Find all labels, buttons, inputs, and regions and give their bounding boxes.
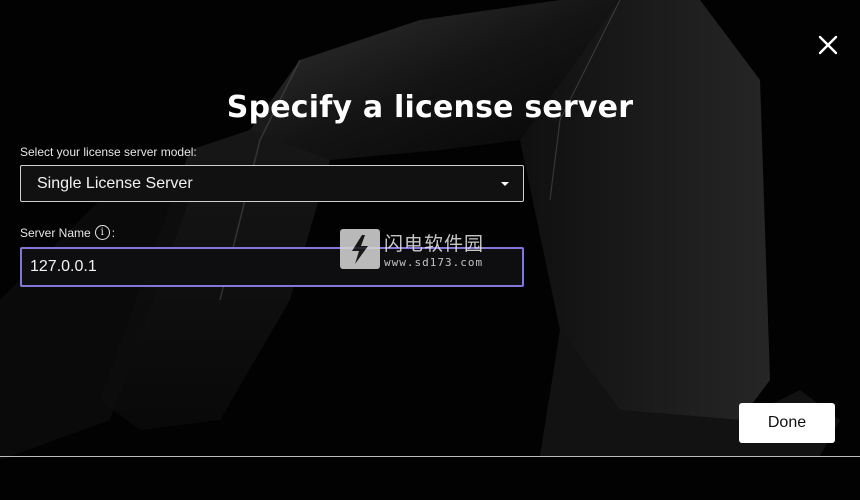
license-model-label: Select your license server model: bbox=[20, 145, 197, 159]
server-name-label: Server Name bbox=[20, 225, 91, 240]
server-name-input[interactable] bbox=[20, 247, 524, 287]
chevron-down-icon bbox=[501, 182, 509, 186]
server-name-label-row: Server Name i : bbox=[20, 225, 115, 240]
dialog-title: Specify a license server bbox=[226, 90, 634, 125]
done-button[interactable]: Done bbox=[739, 403, 835, 443]
footer-divider bbox=[0, 456, 860, 457]
license-model-selected-value: Single License Server bbox=[37, 174, 193, 192]
close-icon[interactable] bbox=[815, 32, 841, 58]
server-name-label-colon: : bbox=[111, 225, 116, 240]
info-icon[interactable]: i bbox=[94, 225, 110, 240]
license-model-select[interactable]: Single License Server bbox=[20, 165, 524, 202]
license-server-dialog: Specify a license server Select your lic… bbox=[0, 0, 860, 500]
